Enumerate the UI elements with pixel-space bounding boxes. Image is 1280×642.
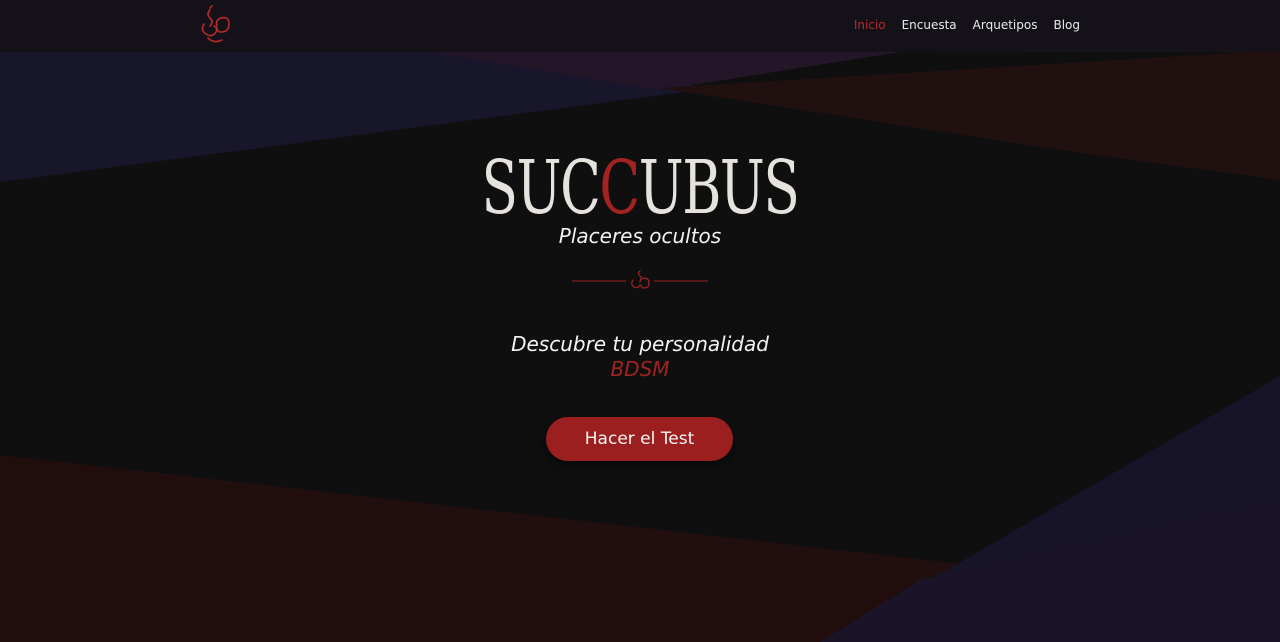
page: Inicio Encuesta Arquetipos Blog SUCCUBUS… [0,0,1280,642]
headline-text: Descubre tu personalidad [511,332,769,356]
brand-title: SUCCUBUS [179,148,1101,228]
take-test-button[interactable]: Hacer el Test [546,417,733,461]
ornament-divider-icon [572,270,708,289]
nav-item-arquetipos[interactable]: Arquetipos [973,18,1038,32]
top-navigation-bar: Inicio Encuesta Arquetipos Blog [0,0,1280,52]
tagline: Placeres ocultos [558,224,722,248]
brand-title-part-2: UBUS [638,145,800,231]
brand-title-accent: C [599,145,640,231]
headline: Descubre tu personalidad BDSM [0,332,1280,382]
main-nav: Inicio Encuesta Arquetipos Blog [854,18,1080,32]
headline-accent: BDSM [610,357,670,381]
geometric-background [0,0,1280,642]
nav-item-encuesta[interactable]: Encuesta [902,18,957,32]
succubus-logo-icon[interactable] [196,4,238,46]
brand-title-part-1: SUC [481,145,601,231]
nav-item-blog[interactable]: Blog [1053,18,1080,32]
nav-item-inicio[interactable]: Inicio [854,18,886,32]
